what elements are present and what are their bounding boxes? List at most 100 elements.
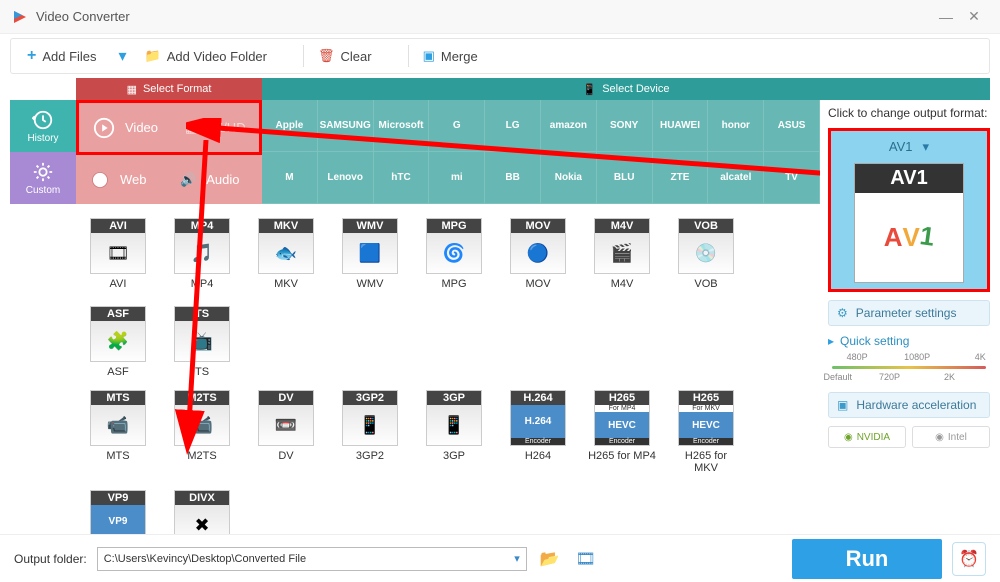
brand-tv[interactable]: TV	[764, 152, 820, 204]
hardware-acceleration-button[interactable]: ▣ Hardware acceleration	[828, 392, 990, 418]
brand-zte[interactable]: ZTE	[653, 152, 709, 204]
format-3gp2[interactable]: 3GP2📱3GP2	[336, 390, 404, 474]
brand-honor[interactable]: honor	[708, 100, 764, 152]
format-grid: AVI🎞AVIMP4🎵MP4MKV🐟MKVWMV🟦WMVMPG🌀MPGMOV🔵M…	[76, 204, 820, 534]
brand-g[interactable]: G	[429, 100, 485, 152]
schedule-button[interactable]: ⏰	[952, 542, 986, 576]
brand-mi[interactable]: mi	[429, 152, 485, 204]
format-vob[interactable]: VOB💿VOB	[672, 218, 740, 290]
format-divx[interactable]: DIVX✖DIVX	[168, 490, 236, 534]
format-device-tabs: ▦ Select Format 📱 Select Device	[76, 78, 990, 100]
output-settings-button[interactable]: 🎞	[573, 546, 599, 572]
format-label: ASF	[107, 366, 128, 378]
sidebar-custom[interactable]: Custom	[10, 152, 76, 204]
output-preview: AV1 AV1	[854, 163, 964, 283]
folder-plus-icon: 📁	[145, 48, 161, 64]
add-files-label: Add Files	[42, 49, 96, 64]
brand-lenovo[interactable]: Lenovo	[318, 152, 374, 204]
minimize-button[interactable]: —	[932, 9, 960, 25]
format-dv[interactable]: DV📼DV	[252, 390, 320, 474]
brand-sony[interactable]: SONY	[597, 100, 653, 152]
category-web[interactable]: Web 🔊 Audio	[76, 155, 262, 204]
category-column: Video ▦ 4K/HD Web 🔊 Audio	[76, 100, 262, 204]
format-m2ts[interactable]: M2TS📹M2TS	[168, 390, 236, 474]
format-wmv[interactable]: WMV🟦WMV	[336, 218, 404, 290]
brand-apple[interactable]: Apple	[262, 100, 318, 152]
format-mpg[interactable]: MPG🌀MPG	[420, 218, 488, 290]
format-mkv[interactable]: MKV🐟MKV	[252, 218, 320, 290]
trash-icon: 🗑	[318, 48, 335, 64]
quality-slider[interactable]: 480P 1080P 4K Default 720P 2K	[828, 356, 990, 384]
close-button[interactable]: ✕	[960, 8, 988, 25]
brand-lg[interactable]: LG	[485, 100, 541, 152]
brand-amazon[interactable]: amazon	[541, 100, 597, 152]
format-m4v[interactable]: M4V🎬M4V	[588, 218, 656, 290]
nvidia-icon: ◉	[844, 432, 853, 443]
nvidia-chip[interactable]: ◉ NVIDIA	[828, 426, 906, 448]
intel-chip[interactable]: ◉ Intel	[912, 426, 990, 448]
category-web-label: Web	[120, 172, 170, 187]
chevron-down-icon[interactable]: ▾	[514, 552, 520, 565]
category-brand-row: Video ▦ 4K/HD Web 🔊 Audio AppleSAMSUNGMi…	[76, 100, 820, 204]
plus-icon: +	[27, 47, 36, 65]
intel-icon: ◉	[935, 432, 944, 443]
brand-htc[interactable]: hTC	[374, 152, 430, 204]
titlebar: Video Converter — ✕	[0, 0, 1000, 34]
bottom-bar: Output folder: C:\Users\Kevincy\Desktop\…	[0, 534, 1000, 582]
open-folder-button[interactable]: 📂	[537, 546, 563, 572]
main-toolbar: + Add Files ▾ 📁 Add Video Folder 🗑 Clear…	[10, 38, 990, 74]
format-h265-for-mp4[interactable]: H265For MP4HEVCEncoderH265 for MP4	[588, 390, 656, 474]
format-label: MTS	[106, 450, 129, 462]
category-video-label: Video	[125, 120, 175, 135]
format-h264[interactable]: H.264H.264EncoderH264	[504, 390, 572, 474]
brand-m[interactable]: M	[262, 152, 318, 204]
tab-select-device[interactable]: 📱 Select Device	[262, 78, 990, 100]
format-mp4[interactable]: MP4🎵MP4	[168, 218, 236, 290]
quick-setting-label: Quick setting	[840, 334, 909, 348]
format-avi[interactable]: AVI🎞AVI	[84, 218, 152, 290]
format-label: M4V	[611, 278, 634, 290]
category-4k-label: 4K/HD	[207, 120, 245, 135]
format-mov[interactable]: MOV🔵MOV	[504, 218, 572, 290]
format-mts[interactable]: MTS📹MTS	[84, 390, 152, 474]
format-ts[interactable]: TS📺TS	[168, 306, 236, 378]
tab-select-format[interactable]: ▦ Select Format	[76, 78, 262, 100]
category-audio-label: Audio	[206, 172, 239, 187]
slider-2k: 2K	[944, 372, 955, 382]
sidebar-custom-label: Custom	[26, 185, 60, 196]
brand-nokia[interactable]: Nokia	[541, 152, 597, 204]
merge-button[interactable]: ▣ Merge	[423, 48, 478, 64]
brand-microsoft[interactable]: Microsoft	[374, 100, 430, 152]
run-label: Run	[846, 546, 889, 572]
format-vp9[interactable]: VP9VP9EncoderVP9	[84, 490, 152, 534]
separator	[408, 45, 409, 67]
output-format-box[interactable]: AV1 ▾ AV1 AV1	[828, 128, 990, 292]
brand-samsung[interactable]: SAMSUNG	[318, 100, 374, 152]
add-files-button[interactable]: + Add Files	[27, 47, 97, 65]
brand-bb[interactable]: BB	[485, 152, 541, 204]
format-h265-for-mkv[interactable]: H265For MKVHEVCEncoderH265 for MKV	[672, 390, 740, 474]
clear-label: Clear	[341, 49, 372, 64]
brand-huawei[interactable]: HUAWEI	[653, 100, 709, 152]
add-folder-button[interactable]: 📁 Add Video Folder	[145, 48, 267, 64]
clear-button[interactable]: 🗑 Clear	[318, 48, 372, 64]
category-video[interactable]: Video ▦ 4K/HD	[76, 100, 262, 155]
sliders-icon: ⚙	[837, 306, 848, 320]
parameter-settings-button[interactable]: ⚙ Parameter settings	[828, 300, 990, 326]
output-folder-input[interactable]: C:\Users\Kevincy\Desktop\Converted File …	[97, 547, 527, 571]
output-format-dropdown[interactable]: AV1 ▾	[837, 137, 981, 157]
run-button[interactable]: Run	[792, 539, 942, 579]
format-3gp[interactable]: 3GP📱3GP	[420, 390, 488, 474]
brand-blu[interactable]: BLU	[597, 152, 653, 204]
format-label: H265 for MKV	[672, 450, 740, 474]
right-panel: Click to change output format: AV1 ▾ AV1…	[820, 100, 990, 534]
dropdown-icon[interactable]: ▾	[119, 46, 127, 66]
sidebar-history[interactable]: History	[10, 100, 76, 152]
chip-icon: ▣	[837, 398, 848, 412]
brand-asus[interactable]: ASUS	[764, 100, 820, 152]
format-asf[interactable]: ASF🧩ASF	[84, 306, 152, 378]
slider-default: Default	[823, 372, 852, 382]
alarm-icon: ⏰	[959, 549, 979, 569]
brand-alcatel[interactable]: alcatel	[708, 152, 764, 204]
format-list-icon: ▦	[127, 83, 137, 96]
